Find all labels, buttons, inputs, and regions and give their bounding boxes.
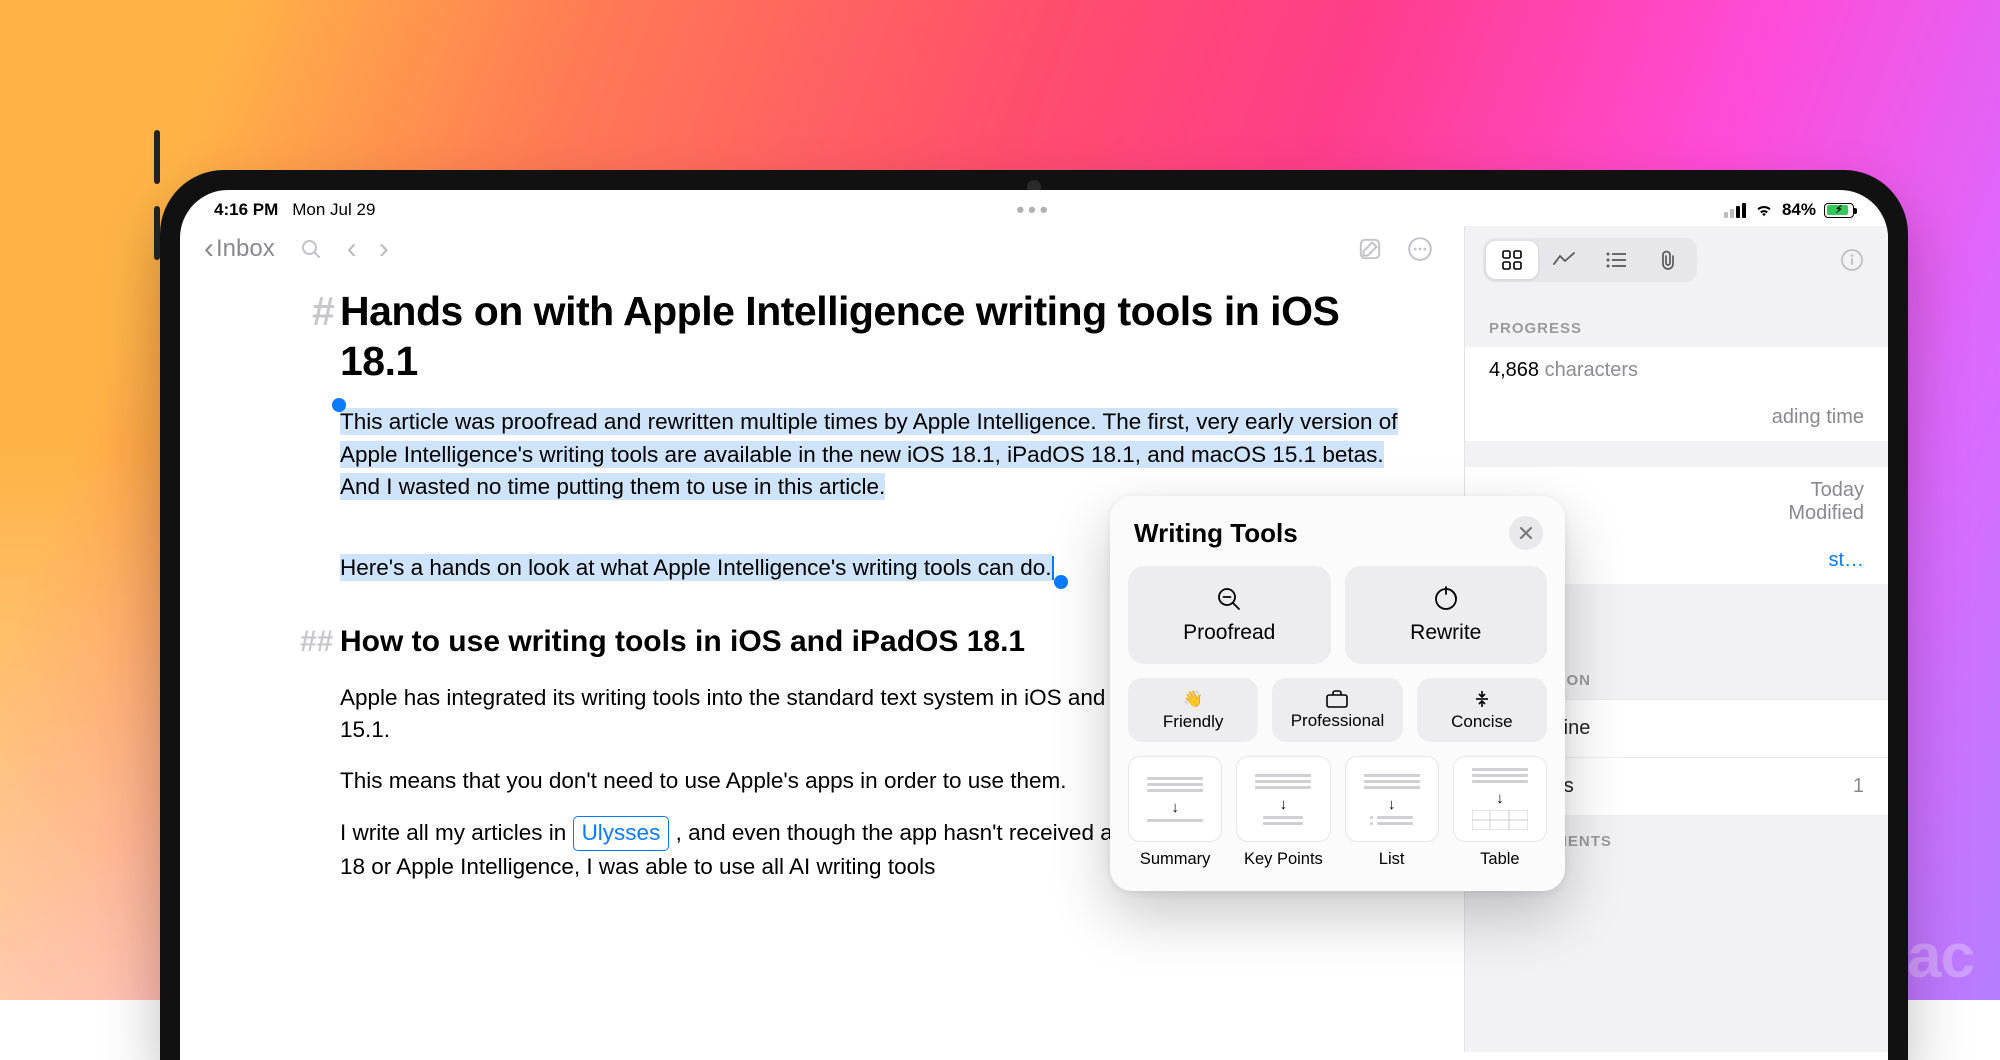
popover-title: Writing Tools <box>1134 518 1298 549</box>
more-icon[interactable] <box>1406 235 1434 263</box>
battery-percent: 84% <box>1782 200 1816 220</box>
close-button[interactable] <box>1509 516 1543 550</box>
heading-1[interactable]: # Hands on with Apple Intelligence writi… <box>340 286 1404 386</box>
inspector-toolbar <box>1465 226 1888 298</box>
table-tile[interactable]: ↓ Table <box>1453 756 1547 869</box>
ipad-frame: 4:16 PM Mon Jul 29 ••• 84% ⚡︎ ‹ Inbox <box>160 170 1908 1060</box>
section-progress: PROGRESS <box>1465 302 1888 347</box>
search-icon[interactable] <box>297 235 325 263</box>
back-button[interactable]: ‹ Inbox <box>204 234 275 264</box>
tab-attachments[interactable] <box>1642 241 1694 279</box>
concise-label: Concise <box>1451 712 1512 732</box>
screen: 4:16 PM Mon Jul 29 ••• 84% ⚡︎ ‹ Inbox <box>180 190 1888 1060</box>
close-icon <box>1519 526 1533 540</box>
modified-label: Modified <box>1788 502 1864 524</box>
keypoints-label: Key Points <box>1244 850 1323 869</box>
chars-value: 4,868 <box>1489 359 1539 381</box>
h1-marker: # <box>312 286 334 336</box>
link-pill[interactable]: Ulysses <box>573 816 670 852</box>
heading-1-text: Hands on with Apple Intelligence writing… <box>340 288 1339 384</box>
list-tile[interactable]: ↓ List <box>1345 756 1439 869</box>
summary-label: Summary <box>1140 850 1211 869</box>
rewrite-button[interactable]: Rewrite <box>1345 566 1548 664</box>
selected-text-p1[interactable]: This article was proofread and rewritten… <box>340 408 1398 500</box>
prev-button[interactable]: ‹ <box>347 234 357 264</box>
friendly-button[interactable]: 👋 Friendly <box>1128 678 1258 742</box>
rewrite-icon <box>1432 585 1460 613</box>
chars-label: characters <box>1545 359 1638 381</box>
chars-row: 4,868 characters <box>1465 347 1888 394</box>
briefcase-icon <box>1326 690 1348 708</box>
proofread-button[interactable]: Proofread <box>1128 566 1331 664</box>
status-bar: 4:16 PM Mon Jul 29 ••• 84% ⚡︎ <box>180 190 1888 226</box>
link-text: st… <box>1828 549 1864 572</box>
concise-icon <box>1472 689 1492 709</box>
multitask-dots-icon[interactable]: ••• <box>1016 197 1051 223</box>
reading-time-row: ading time <box>1465 394 1888 441</box>
status-date: Mon Jul 29 <box>292 200 375 220</box>
list-label: List <box>1379 850 1405 869</box>
hardware-buttons <box>154 130 160 260</box>
next-button[interactable]: › <box>379 234 389 264</box>
table-label: Table <box>1480 850 1519 869</box>
professional-button[interactable]: Professional <box>1272 678 1402 742</box>
selection-start-handle[interactable] <box>332 398 346 412</box>
tab-outline[interactable] <box>1590 241 1642 279</box>
concise-button[interactable]: Concise <box>1417 678 1547 742</box>
keypoints-icon: ↓ <box>1255 774 1311 825</box>
friendly-label: Friendly <box>1163 712 1223 732</box>
back-label: Inbox <box>216 235 275 263</box>
keypoints-tile[interactable]: ↓ Key Points <box>1236 756 1330 869</box>
summary-icon: ↓ <box>1147 777 1203 822</box>
list-icon: ↓ <box>1364 774 1420 825</box>
editor-toolbar: ‹ Inbox ‹ › <box>180 226 1464 278</box>
rewrite-label: Rewrite <box>1410 621 1481 645</box>
professional-label: Professional <box>1291 711 1385 731</box>
table-icon: ↓ <box>1472 768 1528 830</box>
selection-end-handle[interactable] <box>1054 575 1068 589</box>
proofread-label: Proofread <box>1183 621 1275 645</box>
heading-2-text: How to use writing tools in iOS and iPad… <box>340 625 1025 658</box>
writing-tools-popover: Writing Tools Proofread Rewrite 👋 <box>1110 496 1565 891</box>
nav-links-count: 1 <box>1853 775 1864 798</box>
selected-text-p2[interactable]: Here's a hands on look at what Apple Int… <box>340 554 1052 581</box>
compose-icon[interactable] <box>1356 235 1384 263</box>
text-run: I write all my articles in <box>340 820 573 845</box>
cellular-icon <box>1724 203 1746 218</box>
wave-icon: 👋 <box>1183 689 1203 709</box>
wifi-icon <box>1754 203 1774 217</box>
modified-value: Today <box>1811 479 1864 501</box>
tab-dashboard[interactable] <box>1486 241 1538 279</box>
tab-progress[interactable] <box>1538 241 1590 279</box>
h2-marker: ## <box>300 620 333 664</box>
chevron-left-icon: ‹ <box>204 234 214 264</box>
reading-time-label: ading time <box>1772 406 1864 429</box>
text-caret <box>1052 556 1054 580</box>
summary-tile[interactable]: ↓ Summary <box>1128 756 1222 869</box>
inspector-segmented-control[interactable] <box>1483 238 1697 282</box>
status-time: 4:16 PM <box>214 200 278 220</box>
info-icon[interactable] <box>1838 246 1866 274</box>
battery-icon: ⚡︎ <box>1824 203 1854 218</box>
magnifier-minus-icon <box>1215 585 1243 613</box>
